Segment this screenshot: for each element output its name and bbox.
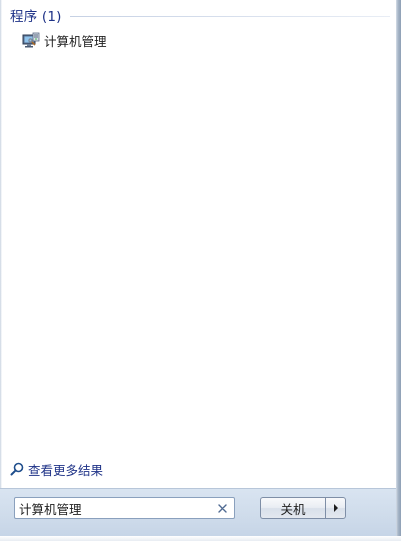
- taskbar-edge: [0, 536, 401, 541]
- search-icon: [10, 462, 24, 476]
- shutdown-button-group: 关机: [260, 497, 346, 519]
- see-more-results-link[interactable]: 查看更多结果: [10, 460, 103, 478]
- search-results-pane: 程序 (1) 计算机管理 查看更多结果: [2, 0, 396, 488]
- result-item-label: 计算机管理: [44, 33, 107, 49]
- chevron-right-icon: [333, 504, 338, 512]
- results-group-header: 程序 (1): [10, 6, 390, 25]
- close-icon[interactable]: [215, 501, 229, 515]
- group-divider: [69, 16, 390, 17]
- search-box[interactable]: [14, 497, 235, 519]
- shutdown-options-button[interactable]: [325, 497, 346, 519]
- shutdown-button[interactable]: 关机: [260, 497, 325, 519]
- results-group-title: 程序 (1): [10, 9, 62, 25]
- start-menu: 程序 (1) 计算机管理 查看更多结果 计算机管理 关机: [0, 0, 401, 541]
- result-item-computer-management[interactable]: 计算机管理: [16, 30, 216, 50]
- bottom-strip: 关机: [0, 488, 396, 541]
- search-input[interactable]: [15, 499, 215, 517]
- menu-right-edge: [396, 0, 401, 541]
- see-more-results-label: 查看更多结果: [28, 462, 104, 478]
- computer-management-icon: [22, 32, 40, 48]
